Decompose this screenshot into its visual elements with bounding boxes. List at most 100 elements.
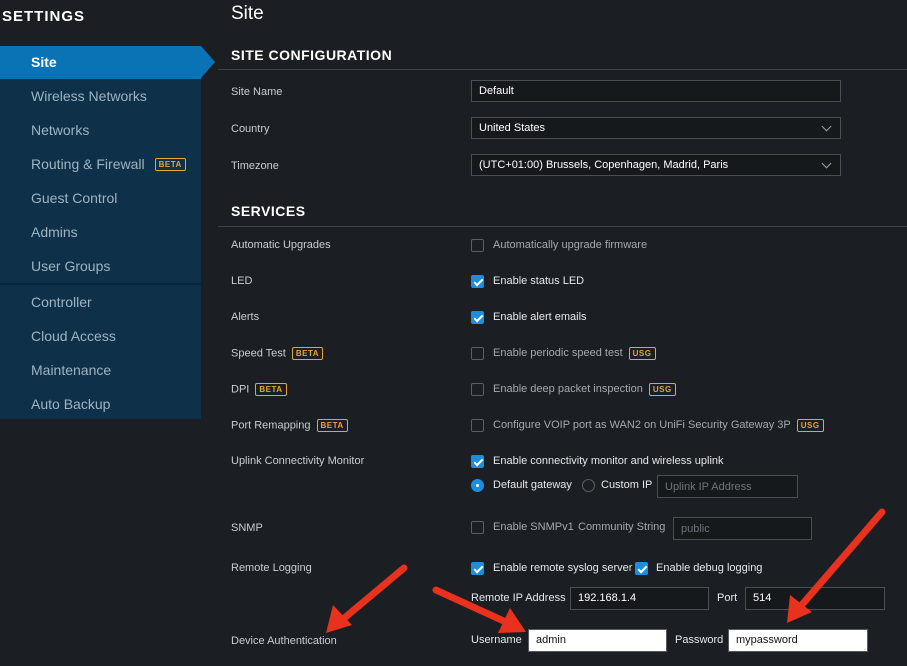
remote-logging-label: Remote Logging (231, 562, 312, 574)
port-remapping-option-label: Configure VOIP port as WAN2 on UniFi Sec… (493, 419, 791, 431)
site-name-label: Site Name (231, 86, 283, 98)
alerts-option[interactable]: Enable alert emails (471, 309, 587, 325)
username-input[interactable]: admin (528, 629, 667, 652)
timezone-select[interactable]: (UTC+01:00) Brussels, Copenhagen, Madrid… (471, 154, 841, 176)
sidebar-item-routing-firewall[interactable]: Routing & Firewall BETA (0, 148, 201, 181)
dpi-label: DPI BETA (231, 383, 287, 396)
sidebar-item-label: Routing & Firewall (31, 156, 145, 172)
dpi-option[interactable]: Enable deep packet inspection USG (471, 381, 676, 397)
sidebar-item-label: Site (31, 54, 57, 70)
port-input[interactable]: 514 (745, 587, 885, 610)
custom-ip-radio-option[interactable]: Custom IP (582, 477, 652, 493)
sidebar-item-networks[interactable]: Networks (0, 114, 201, 147)
usg-badge: USG (648, 382, 676, 396)
sidebar-item-controller[interactable]: Controller (0, 286, 201, 319)
default-gateway-radio[interactable] (471, 478, 484, 492)
sidebar-item-label: Auto Backup (31, 396, 111, 412)
sidebar-item-site[interactable]: Site (0, 46, 201, 79)
port-remapping-option[interactable]: Configure VOIP port as WAN2 on UniFi Sec… (471, 417, 824, 433)
remote-syslog-option-label: Enable remote syslog server (493, 562, 633, 574)
uplink-monitor-option[interactable]: Enable connectivity monitor and wireless… (471, 453, 724, 469)
snmp-option-label: Enable SNMPv1 (493, 521, 574, 533)
chevron-down-icon (821, 158, 832, 169)
snmp-checkbox[interactable] (471, 520, 484, 534)
site-name-input[interactable]: Default (471, 80, 841, 102)
remote-ip-value: 192.168.1.4 (578, 592, 637, 604)
dpi-option-label: Enable deep packet inspection (493, 383, 643, 395)
led-option[interactable]: Enable status LED (471, 273, 584, 289)
speed-test-label: Speed Test BETA (231, 347, 324, 360)
sidebar-item-label: Networks (31, 122, 90, 138)
debug-logging-option[interactable]: Enable debug logging (635, 560, 762, 576)
community-string-input[interactable] (673, 517, 812, 540)
device-authentication-label: Device Authentication (231, 635, 337, 647)
country-label: Country (231, 123, 270, 135)
sidebar-item-auto-backup[interactable]: Auto Backup (0, 388, 201, 421)
section-title-services: SERVICES (231, 203, 306, 219)
remote-syslog-option[interactable]: Enable remote syslog server (471, 560, 632, 576)
snmp-label: SNMP (231, 522, 263, 534)
chevron-down-icon (821, 121, 832, 132)
speed-test-label-text: Speed Test (231, 347, 286, 360)
uplink-monitor-checkbox[interactable] (471, 454, 484, 468)
custom-ip-label: Custom IP (601, 479, 653, 491)
default-gateway-radio-option[interactable]: Default gateway (471, 477, 572, 493)
port-value: 514 (753, 592, 772, 604)
timezone-value: (UTC+01:00) Brussels, Copenhagen, Madrid… (479, 159, 729, 171)
settings-title: SETTINGS (2, 8, 86, 25)
automatic-upgrades-option[interactable]: Automatically upgrade firmware (471, 237, 647, 253)
speed-test-checkbox[interactable] (471, 346, 484, 360)
password-input[interactable]: mypassword (728, 629, 868, 652)
led-label: LED (231, 275, 253, 287)
section-title-site-configuration: SITE CONFIGURATION (231, 47, 393, 63)
sidebar-item-label: Maintenance (31, 362, 112, 378)
settings-nav: Site Wireless Networks Networks Routing … (0, 46, 201, 419)
sidebar-item-guest-control[interactable]: Guest Control (0, 182, 201, 215)
settings-sidebar: SETTINGS Site Wireless Networks Networks… (0, 0, 215, 666)
port-remapping-checkbox[interactable] (471, 418, 484, 432)
uplink-monitor-label: Uplink Connectivity Monitor (231, 455, 365, 467)
dpi-label-text: DPI (231, 383, 250, 396)
remote-syslog-checkbox[interactable] (471, 561, 484, 575)
port-label: Port (717, 592, 738, 604)
page-title: Site (231, 3, 264, 24)
sidebar-item-label: Cloud Access (31, 328, 116, 344)
sidebar-item-wireless-networks[interactable]: Wireless Networks (0, 80, 201, 113)
sidebar-item-user-groups[interactable]: User Groups (0, 250, 201, 283)
debug-logging-option-label: Enable debug logging (656, 562, 763, 574)
alerts-option-label: Enable alert emails (493, 311, 587, 323)
speed-test-option-label: Enable periodic speed test (493, 347, 623, 359)
section-divider (218, 69, 907, 70)
snmp-option[interactable]: Enable SNMPv1 (471, 519, 574, 535)
debug-logging-checkbox[interactable] (635, 561, 648, 575)
password-label: Password (675, 634, 724, 646)
country-value: United States (479, 122, 546, 134)
password-value: mypassword (736, 634, 798, 646)
automatic-upgrades-option-label: Automatically upgrade firmware (493, 239, 648, 251)
uplink-ip-input[interactable] (657, 475, 798, 498)
beta-badge: BETA (154, 157, 186, 171)
automatic-upgrades-checkbox[interactable] (471, 238, 484, 252)
timezone-label: Timezone (231, 160, 279, 172)
led-option-label: Enable status LED (493, 275, 585, 287)
beta-badge: BETA (255, 383, 287, 396)
sidebar-item-label: User Groups (31, 258, 111, 274)
beta-badge: BETA (291, 347, 324, 360)
username-label: Username (471, 634, 522, 646)
remote-ip-input[interactable]: 192.168.1.4 (570, 587, 709, 610)
sidebar-item-cloud-access[interactable]: Cloud Access (0, 320, 201, 353)
port-remapping-label-text: Port Remapping (231, 419, 311, 432)
country-select[interactable]: United States (471, 117, 841, 139)
led-checkbox[interactable] (471, 274, 484, 288)
sidebar-item-label: Guest Control (31, 190, 118, 206)
dpi-checkbox[interactable] (471, 382, 484, 396)
custom-ip-radio[interactable] (582, 478, 595, 492)
sidebar-item-label: Controller (31, 294, 92, 310)
alerts-checkbox[interactable] (471, 310, 484, 324)
sidebar-item-admins[interactable]: Admins (0, 216, 201, 249)
annotation-arrow-device-auth (326, 564, 408, 633)
sidebar-divider (0, 283, 201, 285)
sidebar-item-maintenance[interactable]: Maintenance (0, 354, 201, 387)
speed-test-option[interactable]: Enable periodic speed test USG (471, 345, 656, 361)
section-divider (218, 226, 907, 227)
